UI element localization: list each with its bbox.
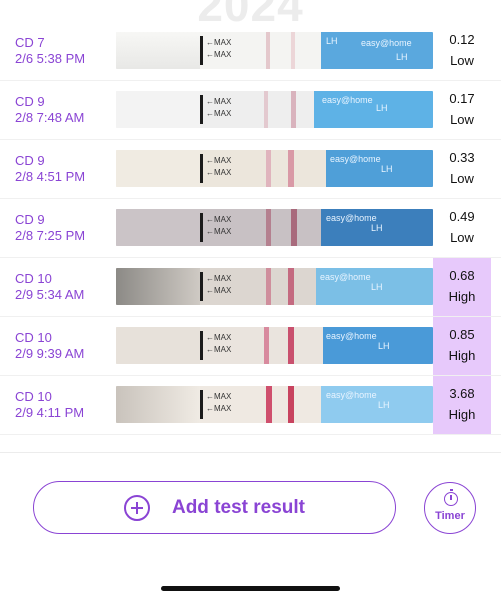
test-row[interactable]: CD 7 2/6 5:38 PM ←MAX ←MAX LH easy@home L… (0, 22, 501, 81)
cycle-day-label: CD 7 2/6 5:38 PM (15, 35, 86, 66)
lh-value: 0.17 Low (449, 91, 475, 127)
cycle-day-label: CD 9 2/8 7:25 PM (15, 212, 86, 243)
lh-value: 0.33 Low (449, 150, 475, 186)
timer-button[interactable]: Timer (424, 482, 476, 534)
add-test-result-button[interactable]: Add test result (33, 481, 396, 534)
test-row[interactable]: CD 10 2/9 4:11 PM ←MAX ←MAX easy@home LH … (0, 376, 501, 435)
cycle-day-label: CD 10 2/9 9:39 AM (15, 330, 85, 361)
stopwatch-icon (444, 489, 458, 506)
test-row[interactable]: CD 10 2/9 9:39 AM ←MAX ←MAX easy@home LH … (0, 317, 501, 376)
test-strip-image: ←MAX ←MAX easy@home LH (116, 209, 433, 246)
test-strip-image: ←MAX ←MAX easy@home LH (116, 91, 433, 128)
cycle-day-label: CD 10 2/9 4:11 PM (15, 389, 85, 420)
lh-value: 3.68 High (433, 376, 491, 434)
test-strip-image: ←MAX ←MAX easy@home LH (116, 327, 433, 364)
cycle-day-label: CD 10 2/9 5:34 AM (15, 271, 85, 302)
test-row[interactable]: CD 10 2/9 5:34 AM ←MAX ←MAX easy@home LH … (0, 258, 501, 317)
lh-value: 0.68 High (433, 258, 491, 316)
lh-value: 0.49 Low (449, 209, 475, 245)
cycle-day-label: CD 9 2/8 4:51 PM (15, 153, 86, 184)
lh-value: 0.85 High (433, 317, 491, 375)
lh-value: 0.12 Low (449, 32, 475, 68)
test-row[interactable]: CD 9 2/8 7:48 AM ←MAX ←MAX easy@home LH 0… (0, 81, 501, 140)
plus-circle-icon (123, 494, 150, 521)
divider (0, 452, 501, 453)
test-list: CD 7 2/6 5:38 PM ←MAX ←MAX LH easy@home L… (0, 22, 501, 435)
test-strip-image: ←MAX ←MAX LH easy@home LH (116, 32, 433, 69)
test-strip-image: ←MAX ←MAX easy@home LH (116, 268, 433, 305)
timer-label: Timer (435, 510, 465, 522)
test-row[interactable]: CD 9 2/8 4:51 PM ←MAX ←MAX easy@home LH 0… (0, 140, 501, 199)
test-strip-image: ←MAX ←MAX easy@home LH (116, 150, 433, 187)
test-row[interactable]: CD 9 2/8 7:25 PM ←MAX ←MAX easy@home LH 0… (0, 199, 501, 258)
test-strip-image: ←MAX ←MAX easy@home LH (116, 386, 433, 423)
add-test-result-label: Add test result (171, 496, 306, 518)
cycle-day-label: CD 9 2/8 7:48 AM (15, 94, 85, 125)
home-indicator[interactable] (161, 586, 340, 591)
